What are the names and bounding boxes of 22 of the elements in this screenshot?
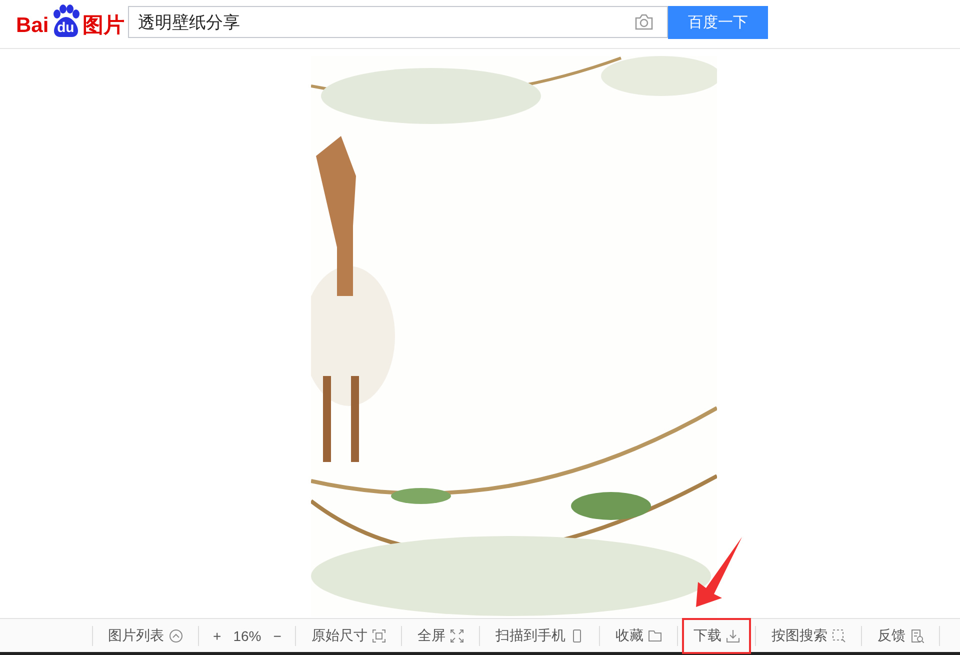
toolbar-button[interactable]: 全屏	[416, 622, 466, 650]
toolbar-button[interactable]: 下载	[692, 622, 742, 650]
toolbar-button[interactable]: 按图搜索	[770, 622, 848, 650]
camera-icon[interactable]	[634, 14, 654, 30]
zoom-out-button[interactable]: −	[273, 628, 282, 644]
toolbar-button[interactable]: 收藏	[614, 622, 664, 650]
zoom-in-button[interactable]: +	[213, 628, 222, 644]
logo-text: Bai	[16, 14, 49, 38]
download-icon	[726, 628, 740, 642]
image-search-icon	[832, 628, 846, 642]
toolbar-button[interactable]: 反馈	[876, 622, 926, 650]
toolbar-button[interactable]: 图片列表	[107, 622, 184, 650]
search-field[interactable]: 透明壁纸分享	[128, 6, 668, 38]
folder-icon	[648, 628, 662, 642]
toolbar-button[interactable]: 扫描到手机	[494, 622, 586, 650]
toolbar-button[interactable]: 原始尺寸	[310, 622, 388, 650]
logo-text: 图片	[82, 14, 125, 38]
frame-icon	[372, 628, 386, 642]
feedback-icon	[910, 628, 924, 642]
zoom-level: 16%	[233, 628, 262, 644]
chevron-up-icon	[169, 628, 183, 642]
fullscreen-icon	[450, 628, 464, 642]
